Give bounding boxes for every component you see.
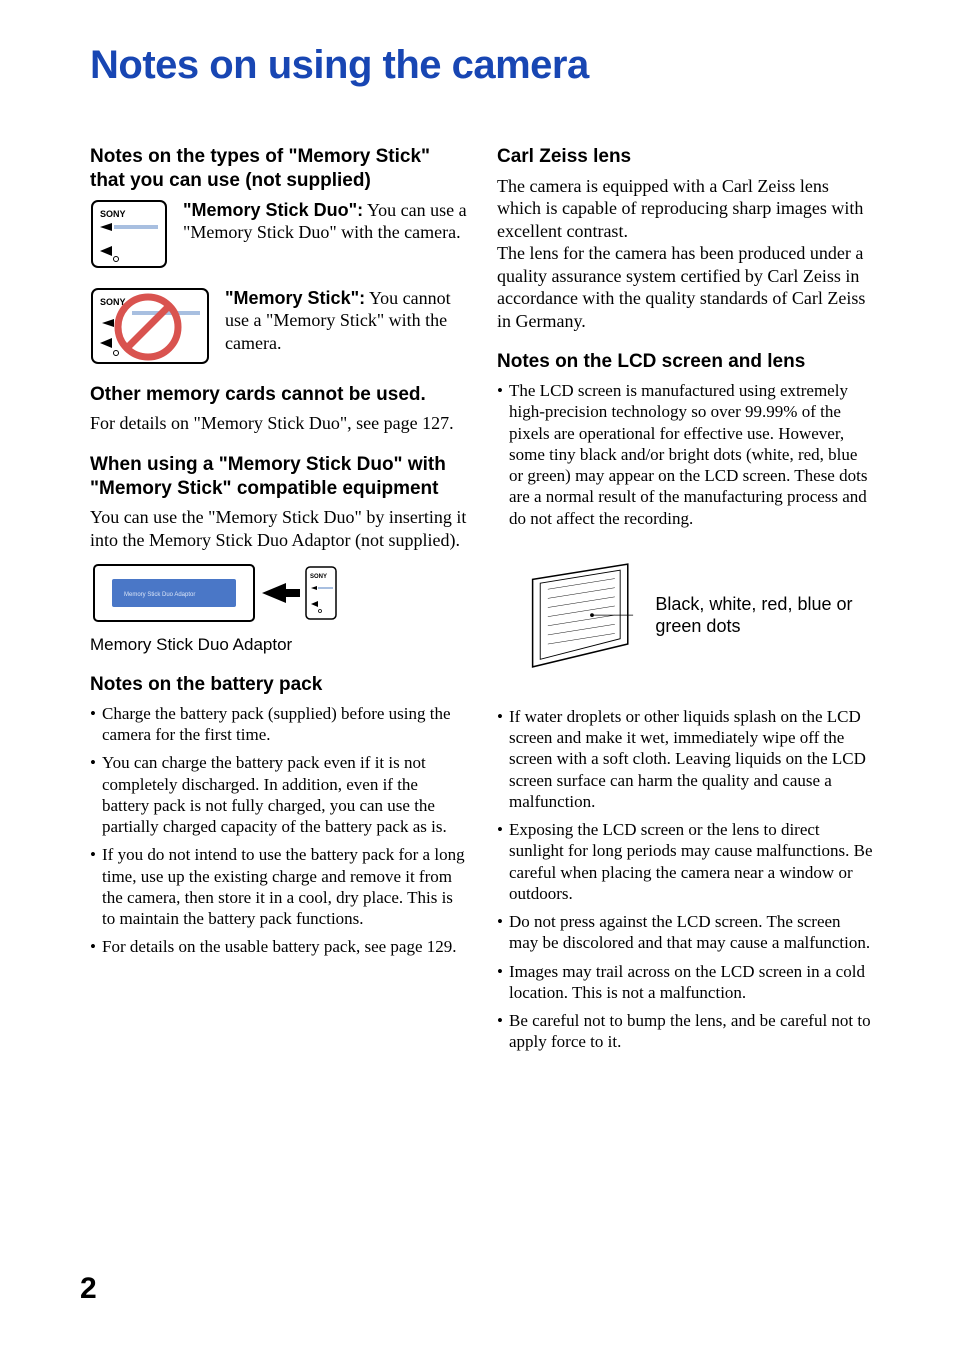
- memory-stick-std-row: SONY "Memory Stick": You cannot use a "M…: [90, 287, 467, 365]
- list-item: You can charge the battery pack even if …: [90, 752, 467, 837]
- page-number: 2: [80, 1270, 97, 1308]
- heading-duo-compat: When using a "Memory Stick Duo" with "Me…: [90, 453, 467, 501]
- left-column: Notes on the types of "Memory Stick" tha…: [90, 145, 467, 1060]
- svg-text:Memory Stick Duo Adaptor: Memory Stick Duo Adaptor: [124, 592, 195, 598]
- carl-zeiss-body: The camera is equipped with a Carl Zeiss…: [497, 175, 874, 333]
- svg-text:SONY: SONY: [100, 297, 126, 307]
- memory-stick-std-desc: "Memory Stick": You cannot use a "Memory…: [225, 287, 467, 355]
- svg-text:SONY: SONY: [310, 574, 327, 580]
- battery-list: Charge the battery pack (supplied) befor…: [90, 703, 467, 958]
- std-lead: "Memory Stick":: [225, 288, 365, 308]
- list-item: If you do not intend to use the battery …: [90, 844, 467, 929]
- lcd-list-2: If water droplets or other liquids splas…: [497, 706, 874, 1053]
- page-title: Notes on using the camera: [90, 40, 874, 90]
- list-item: Do not press against the LCD screen. The…: [497, 911, 874, 954]
- right-column: Carl Zeiss lens The camera is equipped w…: [497, 145, 874, 1060]
- lcd-fig-label: Black, white, red, blue or green dots: [655, 593, 874, 638]
- heading-carl-zeiss: Carl Zeiss lens: [497, 145, 874, 169]
- lcd-figure: Black, white, red, blue or green dots: [525, 543, 874, 688]
- svg-text:SONY: SONY: [100, 209, 126, 219]
- heading-other-cards: Other memory cards cannot be used.: [90, 383, 467, 407]
- list-item: Exposing the LCD screen or the lens to d…: [497, 819, 874, 904]
- memory-stick-duo-desc: "Memory Stick Duo": You can use a "Memor…: [183, 199, 467, 244]
- adaptor-figure: Memory Stick Duo Adaptor SONY Memory Sti…: [90, 561, 467, 655]
- memory-stick-std-icon: SONY: [90, 287, 210, 365]
- other-cards-body: For details on "Memory Stick Duo", see p…: [90, 412, 467, 435]
- heading-battery: Notes on the battery pack: [90, 673, 467, 697]
- list-item: Images may trail across on the LCD scree…: [497, 961, 874, 1004]
- lcd-list-1: The LCD screen is manufactured using ext…: [497, 380, 874, 529]
- list-item: Charge the battery pack (supplied) befor…: [90, 703, 467, 746]
- memory-stick-duo-row: SONY "Memory Stick Duo": You can use a "…: [90, 199, 467, 269]
- adaptor-caption: Memory Stick Duo Adaptor: [90, 634, 467, 655]
- duo-compat-body: You can use the "Memory Stick Duo" by in…: [90, 506, 467, 551]
- lcd-screen-icon: [525, 543, 635, 688]
- list-item: Be careful not to bump the lens, and be …: [497, 1010, 874, 1053]
- memory-stick-duo-icon: SONY: [90, 199, 168, 269]
- list-item: If water droplets or other liquids splas…: [497, 706, 874, 812]
- duo-lead: "Memory Stick Duo":: [183, 200, 363, 220]
- heading-lcd: Notes on the LCD screen and lens: [497, 350, 874, 374]
- two-column-layout: Notes on the types of "Memory Stick" tha…: [90, 145, 874, 1060]
- heading-memory-stick-types: Notes on the types of "Memory Stick" tha…: [90, 145, 467, 193]
- list-item: The LCD screen is manufactured using ext…: [497, 380, 874, 529]
- list-item: For details on the usable battery pack, …: [90, 936, 467, 957]
